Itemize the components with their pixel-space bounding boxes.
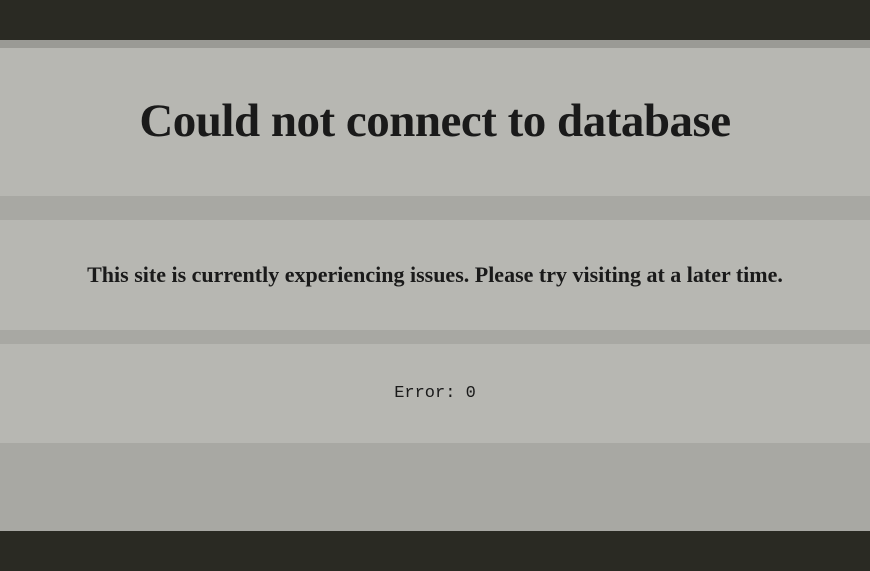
content-area: Could not connect to database This site … (0, 48, 870, 531)
error-title: Could not connect to database (20, 94, 850, 148)
divider (0, 40, 870, 48)
message-row: This site is currently experiencing issu… (0, 220, 870, 330)
error-code: Error: 0 (20, 384, 850, 403)
heading-row: Could not connect to database (0, 48, 870, 196)
bottom-bar (0, 531, 870, 571)
error-message: This site is currently experiencing issu… (20, 262, 850, 288)
top-bar (0, 0, 870, 40)
row-separator (0, 443, 870, 531)
row-separator (0, 196, 870, 220)
error-code-row: Error: 0 (0, 344, 870, 443)
row-separator (0, 330, 870, 344)
